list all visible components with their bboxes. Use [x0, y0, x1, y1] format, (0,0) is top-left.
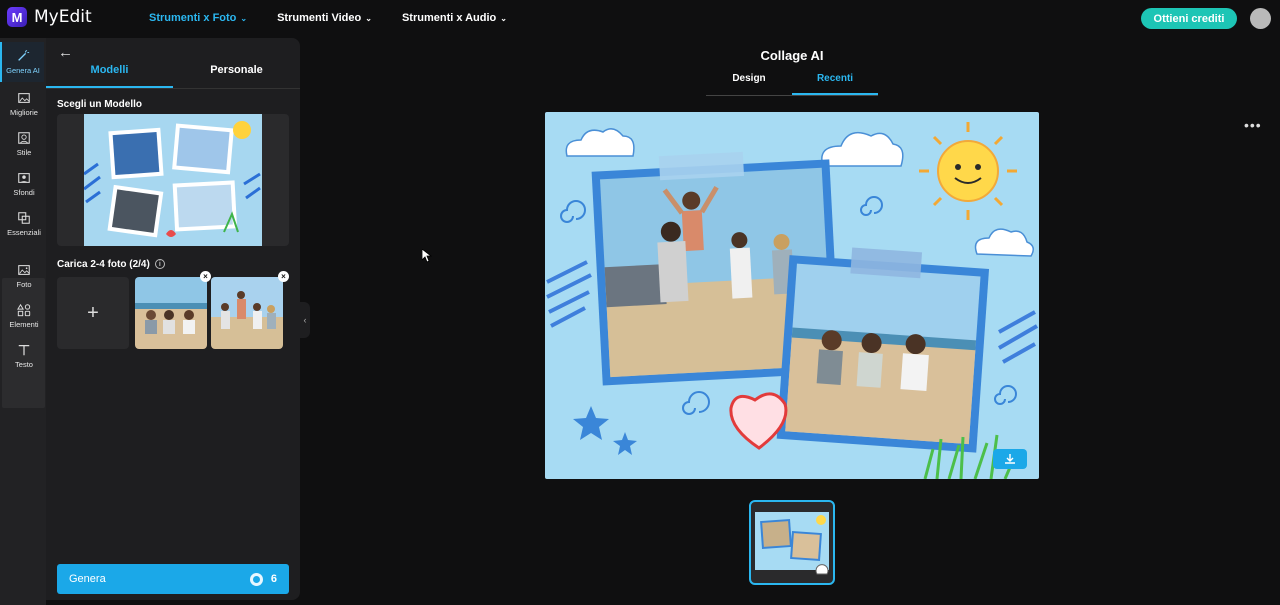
uploaded-photo-2-image	[211, 277, 283, 349]
plus-icon: +	[87, 301, 99, 324]
tool-sfondi[interactable]: Sfondi	[2, 164, 46, 204]
generate-button[interactable]: Genera 6	[57, 564, 289, 594]
download-button[interactable]	[993, 449, 1027, 469]
back-arrow-icon[interactable]: ←	[58, 44, 73, 61]
remove-photo-2-icon[interactable]: ×	[278, 271, 289, 282]
tool-label: Stile	[16, 148, 32, 157]
tool-label: Genera AI	[6, 66, 40, 75]
credit-coin-icon	[249, 572, 263, 586]
main-nav: Strumenti x Foto ⌄ Strumenti Video ⌄ Str…	[149, 12, 507, 24]
tool-genera-ai[interactable]: Genera AI	[0, 42, 44, 82]
chevron-down-icon: ⌄	[240, 13, 248, 23]
template-image	[83, 114, 262, 246]
tool-rail: Genera AI Migliorie Stile Sfondi Essenzi…	[0, 38, 46, 605]
info-icon[interactable]: i	[154, 259, 165, 270]
upload-title-text: Carica 2-4 foto (2/4)	[57, 259, 150, 270]
tool-label: Migliorie	[10, 108, 38, 117]
generate-cost: 6	[249, 572, 277, 586]
tab-modelli[interactable]: Modelli	[46, 62, 173, 88]
tool-elementi[interactable]: Elementi	[2, 296, 46, 336]
tool-foto[interactable]: Foto	[2, 256, 46, 296]
collapse-panel-chevron-icon[interactable]: ‹	[300, 302, 310, 338]
nav-video-tools[interactable]: Strumenti Video ⌄	[277, 12, 372, 24]
more-options-icon[interactable]: •••	[1244, 117, 1262, 133]
page-title: Collage AI	[760, 48, 824, 63]
template-preview[interactable]	[57, 114, 289, 246]
download-icon	[1005, 454, 1015, 464]
text-icon	[18, 345, 30, 356]
tab-design[interactable]: Design	[706, 70, 792, 95]
result-thumbnail-image	[755, 512, 829, 575]
main-tabs: Design Recenti	[706, 70, 878, 96]
get-credits-button[interactable]: Ottieni crediti	[1141, 8, 1237, 29]
photo-icon	[18, 265, 30, 275]
enhance-icon	[18, 93, 30, 103]
tool-label: Elementi	[9, 320, 39, 329]
tool-label: Essenziali	[7, 228, 41, 237]
mouse-cursor-icon	[422, 249, 432, 263]
uploaded-photo-1-image	[135, 277, 207, 349]
avatar[interactable]	[1250, 8, 1271, 29]
brand-logo[interactable]: M MyEdit	[7, 7, 92, 27]
crop-icon	[18, 212, 30, 224]
add-photo-button[interactable]: +	[57, 277, 129, 349]
elements-icon	[17, 303, 31, 317]
top-bar: M MyEdit Strumenti x Foto ⌄ Strumenti Vi…	[0, 0, 1280, 38]
tool-stile[interactable]: Stile	[2, 124, 46, 164]
nav-photo-tools[interactable]: Strumenti x Foto ⌄	[149, 12, 247, 24]
panel-tabs: Modelli Personale	[46, 62, 300, 89]
nav-audio-tools-label: Strumenti x Audio	[401, 12, 497, 24]
nav-video-tools-label: Strumenti Video	[277, 12, 362, 24]
upload-title: Carica 2-4 foto (2/4) i	[57, 259, 165, 270]
remove-photo-1-icon[interactable]: ×	[200, 271, 211, 282]
uploaded-photo-1[interactable]	[135, 277, 207, 349]
side-panel: ← Modelli Personale Scegli un Modello Ca…	[46, 38, 300, 600]
result-thumbnail[interactable]	[749, 500, 835, 585]
tool-label: Foto	[16, 280, 32, 289]
tool-label: Sfondi	[13, 188, 35, 197]
generate-cost-value: 6	[270, 573, 277, 585]
logo-mark: M	[7, 7, 27, 27]
magic-wand-icon	[18, 50, 30, 61]
tool-migliorie[interactable]: Migliorie	[2, 84, 46, 124]
tab-personale[interactable]: Personale	[173, 62, 300, 88]
style-icon	[18, 132, 30, 144]
brand-name: MyEdit	[34, 7, 92, 27]
tab-recenti[interactable]: Recenti	[792, 70, 878, 95]
uploaded-photo-2[interactable]	[211, 277, 283, 349]
choose-model-title: Scegli un Modello	[57, 99, 143, 110]
background-icon	[18, 173, 30, 183]
generate-label: Genera	[69, 573, 106, 585]
tool-testo[interactable]: Testo	[2, 336, 46, 376]
chevron-down-icon: ⌄	[500, 13, 507, 23]
tool-label: Testo	[15, 360, 33, 369]
collage-result-image	[545, 112, 1039, 479]
nav-photo-tools-label: Strumenti x Foto	[149, 12, 237, 24]
chevron-down-icon: ⌄	[365, 13, 372, 23]
nav-audio-tools[interactable]: Strumenti x Audio ⌄	[402, 12, 507, 24]
tool-essenziali[interactable]: Essenziali	[2, 204, 46, 244]
